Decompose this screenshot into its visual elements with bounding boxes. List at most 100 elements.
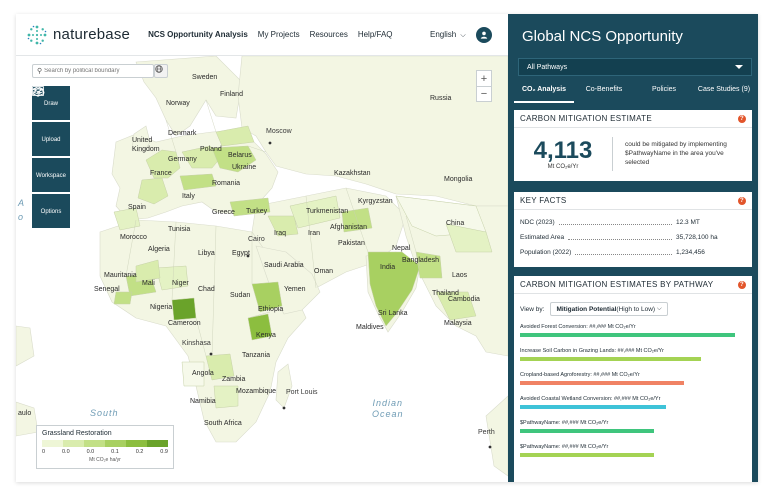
fact-value: 35,728,100 ha: [676, 234, 718, 241]
port-louis-dot: [282, 406, 286, 410]
estimate-description: could be mitigated by implementing $Path…: [625, 141, 727, 166]
app-window: naturebase NCS Opportunity Analysis My P…: [16, 14, 758, 482]
fact-row: Population (2022) 1,234,456: [514, 245, 752, 260]
map-label-malaysia: Malaysia: [444, 320, 472, 327]
map-label-china: China: [446, 220, 465, 227]
nav-help-faq[interactable]: Help/FAQ: [358, 30, 393, 39]
naturebase-logo-icon: [27, 25, 47, 44]
map-label-algeria: Algeria: [148, 246, 170, 253]
tab-co-benefits[interactable]: Co-Benefits: [574, 86, 634, 102]
view-by-select[interactable]: Mitigation Potential (High to Low) ⌵: [550, 302, 668, 316]
dot-leader: [568, 236, 672, 240]
tab-policies[interactable]: Policies: [634, 86, 694, 102]
perth-dot: [488, 445, 492, 449]
map-label-bangladesh: Bangladesh: [402, 257, 439, 264]
boundary-search-input[interactable]: [44, 68, 145, 74]
facts-list: NDC (2023) 12.3 MT Estimated Area 35,728…: [514, 210, 752, 260]
legend-swatch: [147, 440, 168, 447]
map-label-moscow: Moscow: [266, 128, 292, 135]
pathway-row[interactable]: Avoided Forest Conversion: ##,### Mt CO₂…: [514, 322, 752, 346]
pathway-row[interactable]: Increase Soil Carbon in Grazing Lands: #…: [514, 346, 752, 370]
map-label-laos: Laos: [452, 272, 468, 279]
legend-swatch: [84, 440, 105, 447]
fact-value: 1,234,456: [676, 249, 705, 256]
map-label-nigeria: Nigeria: [150, 304, 173, 311]
zoom-in-button[interactable]: +: [477, 71, 491, 86]
pathway-row[interactable]: Avoided Coastal Wetland Conversion: ##,#…: [514, 394, 752, 418]
language-selector[interactable]: English ⌵: [430, 30, 466, 40]
options-tool-label: Options: [40, 209, 62, 215]
map-label-mali: Mali: [142, 280, 155, 287]
ocean-label-indian-ocean: Indian Ocean: [372, 398, 404, 419]
fact-value: 12.3 MT: [676, 219, 700, 226]
legend-tick: 0.1: [111, 449, 119, 455]
upload-tool-button[interactable]: Upload: [32, 88, 70, 156]
globe-button[interactable]: [154, 64, 168, 78]
map-label-nepal: Nepal: [392, 245, 411, 252]
map-label-belarus: Belarus: [228, 152, 252, 159]
map-view[interactable]: Sweden Finland Norway Russia Moscow Denm…: [16, 56, 508, 482]
user-avatar-button[interactable]: [476, 27, 492, 43]
map-label-mongolia: Mongolia: [444, 176, 473, 183]
nav-ncs-opportunity-analysis[interactable]: NCS Opportunity Analysis: [148, 30, 248, 39]
options-tool-button[interactable]: Options: [32, 86, 70, 228]
map-label-spain: Spain: [128, 204, 146, 211]
pathway-estimates-card: CARBON MITIGATION ESTIMATES BY PATHWAY ?…: [514, 276, 752, 482]
logo-text: naturebase: [53, 26, 131, 43]
pathway-list: Avoided Forest Conversion: ##,### Mt CO₂…: [514, 322, 752, 466]
chevron-down-icon: ⌵: [458, 32, 466, 39]
map-label-iran: Iran: [308, 230, 321, 237]
map-label-italy: Italy: [182, 193, 195, 200]
boundary-search-box[interactable]: ⚲: [32, 64, 154, 78]
language-label: English: [430, 30, 457, 39]
map-label-maldives: Maldives: [356, 324, 384, 331]
legend-tick: 0.0: [86, 449, 95, 455]
info-icon[interactable]: ?: [738, 115, 746, 123]
map-label-zambia: Zambia: [222, 376, 246, 383]
pathway-bar: [520, 357, 701, 361]
kinshasa-dot: [209, 352, 213, 356]
fact-label: Population (2022): [520, 249, 572, 256]
map-label-cameroon: Cameroon: [168, 320, 201, 327]
globe-icon: [155, 65, 163, 73]
nav-resources[interactable]: Resources: [310, 30, 348, 39]
pathway-row[interactable]: Cropland-based Agroforestry: ##,### Mt C…: [514, 370, 752, 394]
map-label-mauritania: Mauritania: [104, 272, 137, 279]
workspace-tool-button[interactable]: Workspace: [32, 86, 70, 192]
legend-swatch: [63, 440, 84, 447]
logo[interactable]: naturebase: [26, 24, 130, 46]
pathway-row[interactable]: $PathwayName: ##,### Mt CO₂e/Yr: [514, 442, 752, 466]
legend-ticks: 0 0.0 0.0 0.1 0.2 0.9: [42, 449, 168, 455]
zoom-out-button[interactable]: −: [477, 86, 491, 101]
pathway-bar: [520, 333, 735, 337]
view-by-row: View by: Mitigation Potential (High to L…: [514, 294, 752, 322]
fact-label: Estimated Area: [520, 234, 565, 241]
card-heading-text: CARBON MITIGATION ESTIMATES BY PATHWAY: [520, 280, 714, 289]
map-label-poland: Poland: [200, 146, 222, 153]
view-by-order: (High to Low): [616, 305, 656, 313]
legend-swatch: [126, 440, 147, 447]
tab-case-studies[interactable]: Case Studies (9): [694, 86, 754, 102]
pathway-row[interactable]: $PathwayName: ##,### Mt CO₂e/Yr: [514, 418, 752, 442]
map-label-egypt: Egypt: [232, 250, 250, 257]
info-icon[interactable]: ?: [738, 197, 746, 205]
pathway-label: Increase Soil Carbon in Grazing Lands: #…: [520, 348, 664, 354]
info-icon[interactable]: ?: [738, 281, 746, 289]
map-label-aulo: aulo: [18, 410, 32, 417]
map-label-saudi-arabia: Saudi Arabia: [264, 262, 304, 269]
map-label-turkmenistan: Turkmenistan: [306, 208, 349, 215]
map-label-romania: Romania: [212, 180, 241, 187]
top-nav-bar: naturebase NCS Opportunity Analysis My P…: [16, 14, 508, 56]
pathway-label: $PathwayName: ##,### Mt CO₂e/Yr: [520, 420, 609, 426]
pathway-label: $PathwayName: ##,### Mt CO₂e/Yr: [520, 444, 609, 450]
card-heading-text: KEY FACTS: [520, 196, 567, 205]
card-heading: CARBON MITIGATION ESTIMATE ?: [514, 110, 752, 128]
nav-my-projects[interactable]: My Projects: [258, 30, 300, 39]
pathway-select[interactable]: All Pathways: [518, 58, 752, 76]
zoom-control: + −: [476, 70, 492, 102]
tab-co2-analysis[interactable]: CO₂ Analysis: [514, 86, 574, 103]
panel-tabs: CO₂ Analysis Co-Benefits Policies Case S…: [514, 86, 754, 103]
ocean-label-south-atlantic: South: [90, 408, 119, 418]
map-label-turkey: Turkey: [246, 208, 268, 215]
legend-tick: 0.9: [160, 449, 168, 455]
